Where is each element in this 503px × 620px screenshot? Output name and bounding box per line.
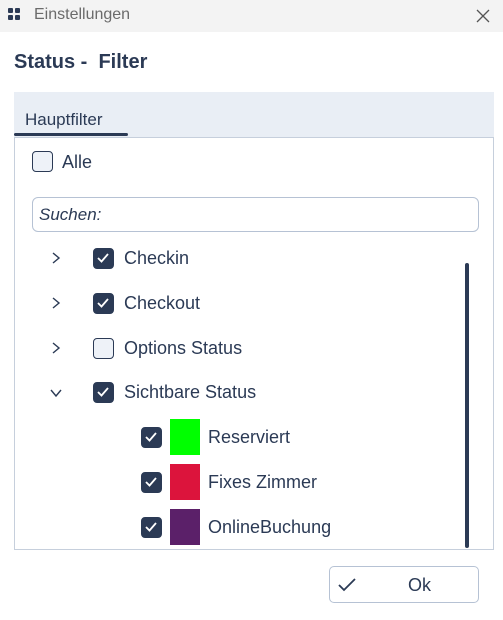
checkmark-icon: [145, 522, 157, 532]
color-swatch-onlinebuchung: [170, 509, 200, 545]
window-title: Einstellungen: [34, 6, 131, 23]
color-swatch-fixes-zimmer: [170, 464, 200, 500]
filter-panel: Alle Checkin Checkout Options Status Sic…: [14, 137, 494, 550]
checkbox-onlinebuchung[interactable]: [141, 517, 162, 538]
close-icon: [476, 9, 490, 23]
tab-hauptfilter[interactable]: Hauptfilter: [25, 110, 102, 130]
label-onlinebuchung: OnlineBuchung: [208, 517, 332, 537]
checkmark-icon: [97, 253, 109, 263]
label-checkin: Checkin: [124, 248, 190, 268]
close-button[interactable]: [469, 2, 497, 30]
chevron-right-icon[interactable]: [48, 295, 64, 311]
label-sichtbare-status: Sichtbare Status: [124, 382, 257, 402]
vertical-scrollbar[interactable]: [465, 263, 469, 548]
label-fixes-zimmer: Fixes Zimmer: [208, 472, 317, 492]
checkbox-fixes-zimmer[interactable]: [141, 472, 162, 493]
checkmark-icon: [145, 432, 157, 442]
chevron-down-icon[interactable]: [48, 385, 64, 401]
label-alle: Alle: [62, 152, 93, 172]
color-swatch-reserviert: [170, 419, 200, 455]
label-reserviert: Reserviert: [208, 427, 291, 447]
tab-strip: Hauptfilter: [14, 92, 494, 137]
checkbox-checkin[interactable]: [93, 248, 114, 269]
checkmark-icon: [338, 578, 356, 592]
chevron-right-icon[interactable]: [48, 250, 64, 266]
chevron-right-icon[interactable]: [48, 340, 64, 356]
search-input[interactable]: [32, 197, 479, 232]
checkmark-icon: [97, 298, 109, 308]
active-tab-indicator: [14, 133, 128, 136]
app-icon: [8, 8, 22, 22]
checkbox-checkout[interactable]: [93, 293, 114, 314]
title-bar: Einstellungen: [0, 0, 503, 32]
checkmark-icon: [97, 387, 109, 397]
checkbox-sichtbare-status[interactable]: [93, 382, 114, 403]
dialog-heading: Status - Filter: [14, 51, 148, 73]
checkbox-options-status[interactable]: [93, 338, 114, 359]
ok-button-label: Ok: [408, 575, 432, 595]
label-checkout: Checkout: [124, 293, 201, 313]
checkbox-reserviert[interactable]: [141, 427, 162, 448]
checkbox-alle[interactable]: [32, 151, 53, 172]
checkmark-icon: [145, 477, 157, 487]
ok-button[interactable]: Ok: [329, 566, 479, 603]
label-options-status: Options Status: [124, 338, 243, 358]
